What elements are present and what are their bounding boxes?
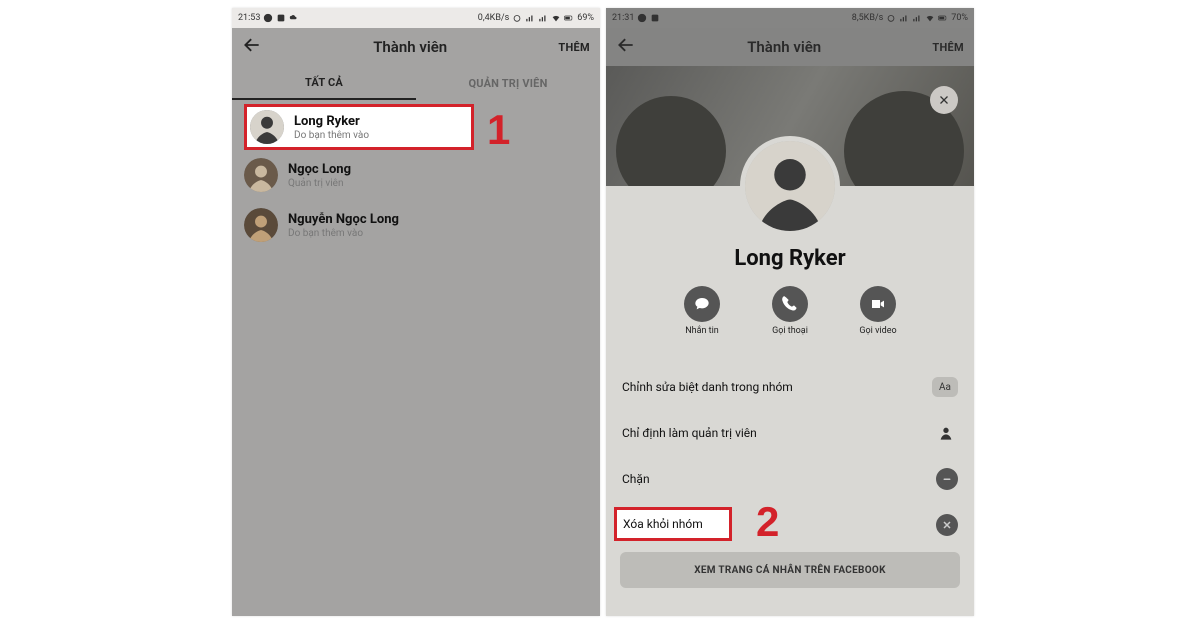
profile-avatar[interactable] — [740, 136, 840, 236]
battery-icon — [938, 13, 948, 23]
page-title: Thành viên — [373, 38, 447, 56]
person-icon — [934, 421, 958, 445]
option-nickname[interactable]: Chỉnh sửa biệt danh trong nhóm Aa — [606, 364, 974, 410]
message-icon — [684, 286, 720, 322]
option-label: Chặn — [622, 472, 650, 486]
header: Thành viên THÊM — [606, 28, 974, 66]
member-row-highlighted[interactable]: Long Ryker Do bạn thêm vào — [244, 104, 474, 150]
alarm-icon — [886, 13, 896, 23]
action-call[interactable]: Gọi thoại — [755, 286, 825, 336]
app-icon — [650, 13, 660, 23]
action-label: Gọi thoại — [772, 326, 808, 336]
signal-icon — [525, 13, 535, 23]
status-net: 8,5KB/s — [852, 13, 884, 23]
option-make-admin[interactable]: Chỉ định làm quản trị viên — [606, 410, 974, 456]
status-bar: 21:31 8,5KB/s 70% — [606, 8, 974, 28]
member-sub: Quản trị viên — [288, 178, 351, 189]
action-video[interactable]: Gọi video — [843, 286, 913, 336]
option-block[interactable]: Chặn — [606, 456, 974, 502]
avatar — [250, 110, 284, 144]
member-row[interactable]: Nguyễn Ngọc Long Do bạn thêm vào — [232, 200, 600, 250]
phone-right: 21:31 8,5KB/s 70% Thành viên THÊM — [606, 8, 974, 616]
action-message[interactable]: Nhắn tin — [667, 286, 737, 336]
member-name: Nguyễn Ngọc Long — [288, 212, 399, 227]
status-battery: 70% — [951, 13, 968, 23]
status-net: 0,4KB/s — [478, 13, 510, 23]
cloud-icon — [289, 13, 299, 23]
tab-all[interactable]: TẤT CẢ — [232, 66, 416, 100]
avatar — [244, 158, 278, 192]
option-label: Chỉ định làm quản trị viên — [622, 426, 757, 440]
wifi-icon — [551, 13, 561, 23]
page-title: Thành viên — [747, 38, 821, 56]
messenger-icon — [263, 13, 273, 23]
back-icon[interactable] — [242, 35, 262, 59]
view-facebook-button[interactable]: XEM TRANG CÁ NHÂN TRÊN FACEBOOK — [620, 552, 960, 588]
member-name: Ngọc Long — [288, 162, 351, 177]
battery-icon — [564, 13, 574, 23]
status-time: 21:53 — [238, 13, 260, 23]
member-sub: Do bạn thêm vào — [288, 228, 399, 239]
action-label: Gọi video — [859, 326, 896, 336]
status-battery: 69% — [577, 13, 594, 23]
add-button[interactable]: THÊM — [932, 41, 964, 54]
profile-options: Chỉnh sửa biệt danh trong nhóm Aa Chỉ đị… — [606, 364, 974, 588]
messenger-icon — [637, 13, 647, 23]
phone-left: 21:53 0,4KB/s 69% Thành viên THÊM TẤT CẢ — [232, 8, 600, 616]
option-remove-highlighted[interactable]: Xóa khỏi nhóm — [617, 510, 729, 538]
tabs: TẤT CẢ QUẢN TRỊ VIÊN — [232, 66, 600, 100]
status-bar: 21:53 0,4KB/s 69% — [232, 8, 600, 28]
member-sub: Do bạn thêm vào — [294, 130, 369, 141]
profile-name: Long Ryker — [606, 246, 974, 271]
aa-icon: Aa — [932, 377, 958, 397]
tiktok-icon — [276, 13, 286, 23]
video-icon — [860, 286, 896, 322]
member-row[interactable]: Ngọc Long Quản trị viên — [232, 150, 600, 200]
tab-admins[interactable]: QUẢN TRỊ VIÊN — [416, 66, 600, 100]
annotation-number-2: 2 — [756, 498, 779, 546]
annotation-number-1: 1 — [487, 106, 510, 154]
alarm-icon — [512, 13, 522, 23]
block-icon — [936, 468, 958, 490]
signal-icon — [912, 13, 922, 23]
phone-icon — [772, 286, 808, 322]
signal-icon — [899, 13, 909, 23]
header: Thành viên THÊM — [232, 28, 600, 66]
close-button[interactable] — [930, 86, 958, 114]
action-label: Nhắn tin — [685, 326, 719, 336]
profile-actions: Nhắn tin Gọi thoại Gọi video — [606, 286, 974, 336]
back-icon[interactable] — [616, 35, 636, 59]
profile-sheet: Long Ryker Nhắn tin Gọi thoại Gọi video … — [606, 186, 974, 616]
remove-icon — [936, 514, 958, 536]
signal-icon — [538, 13, 548, 23]
avatar — [244, 208, 278, 242]
option-label: Chỉnh sửa biệt danh trong nhóm — [622, 380, 793, 394]
add-button[interactable]: THÊM — [558, 41, 590, 54]
member-name: Long Ryker — [294, 114, 369, 129]
wifi-icon — [925, 13, 935, 23]
status-time: 21:31 — [612, 13, 634, 23]
